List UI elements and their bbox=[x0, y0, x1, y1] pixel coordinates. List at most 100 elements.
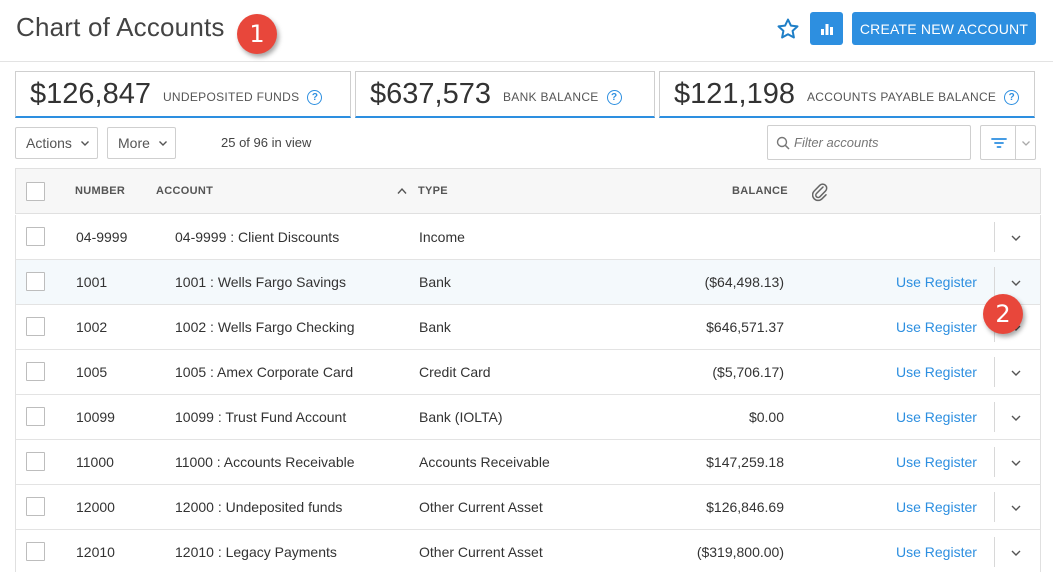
account-name[interactable]: 1001 : Wells Fargo Savings bbox=[175, 274, 346, 290]
use-register-link[interactable]: Use Register bbox=[896, 544, 977, 560]
row-checkbox[interactable] bbox=[26, 362, 45, 381]
row-checkbox[interactable] bbox=[26, 497, 45, 516]
use-register-link[interactable]: Use Register bbox=[896, 319, 977, 335]
chevron-down-icon[interactable] bbox=[1008, 365, 1024, 381]
account-type: Other Current Asset bbox=[419, 499, 543, 515]
chevron-down-icon bbox=[158, 141, 167, 146]
account-name[interactable]: 12000 : Undeposited funds bbox=[175, 499, 342, 515]
use-register-link[interactable]: Use Register bbox=[896, 409, 977, 425]
page-header: Chart of Accounts 1 CREATE NEW ACCOUNT bbox=[0, 0, 1053, 62]
account-balance: ($319,800.00) bbox=[696, 544, 784, 560]
table-row[interactable]: 11000 11000 : Accounts Receivable Accounts… bbox=[15, 440, 1041, 485]
account-name[interactable]: 10099 : Trust Fund Account bbox=[175, 409, 346, 425]
use-register-link[interactable]: Use Register bbox=[896, 274, 977, 290]
row-divider bbox=[994, 267, 995, 297]
account-type: Bank bbox=[419, 274, 451, 290]
use-register-link[interactable]: Use Register bbox=[896, 454, 977, 470]
account-balance: $147,259.18 bbox=[706, 454, 784, 470]
chevron-down-icon[interactable] bbox=[1008, 275, 1024, 291]
create-new-account-button[interactable]: CREATE NEW ACCOUNT bbox=[852, 12, 1036, 45]
account-number: 10099 bbox=[76, 409, 115, 425]
account-name[interactable]: 04-9999 : Client Discounts bbox=[175, 229, 339, 245]
filter-button[interactable] bbox=[980, 125, 1016, 160]
select-all-checkbox[interactable] bbox=[26, 182, 45, 201]
account-type: Bank (IOLTA) bbox=[419, 409, 503, 425]
use-register-link[interactable]: Use Register bbox=[896, 499, 977, 515]
row-checkbox[interactable] bbox=[26, 317, 45, 336]
account-name[interactable]: 1002 : Wells Fargo Checking bbox=[175, 319, 355, 335]
chevron-down-icon[interactable] bbox=[1008, 230, 1024, 246]
table-row[interactable]: 10099 10099 : Trust Fund Account Bank (IOL… bbox=[15, 395, 1041, 440]
filter-icon bbox=[990, 137, 1007, 148]
row-checkbox[interactable] bbox=[26, 272, 45, 291]
row-checkbox[interactable] bbox=[26, 227, 45, 246]
filter-box bbox=[767, 125, 971, 160]
account-number: 12010 bbox=[76, 544, 115, 560]
chevron-down-icon[interactable] bbox=[1008, 455, 1024, 471]
actions-dropdown[interactable]: Actions bbox=[15, 127, 98, 159]
table-row[interactable]: 1002 1002 : Wells Fargo Checking Bank $646,… bbox=[15, 305, 1041, 350]
account-type: Other Current Asset bbox=[419, 544, 543, 560]
chevron-down-icon[interactable] bbox=[1008, 410, 1024, 426]
actions-label: Actions bbox=[26, 135, 72, 151]
stat-label: UNDEPOSITED FUNDS bbox=[162, 90, 300, 104]
stat-label: ACCOUNTS PAYABLE BALANCE bbox=[806, 90, 997, 104]
account-name[interactable]: 11000 : Accounts Receivable bbox=[175, 454, 355, 470]
account-number: 1001 bbox=[76, 274, 108, 290]
chevron-down-icon[interactable] bbox=[1008, 545, 1024, 561]
column-header-type[interactable]: TYPE bbox=[418, 185, 448, 197]
account-number: 12000 bbox=[76, 499, 115, 515]
table-header: NUMBER ACCOUNT TYPE BALANCE bbox=[15, 168, 1041, 214]
account-name[interactable]: 1005 : Amex Corporate Card bbox=[175, 364, 353, 380]
sort-asc-icon[interactable] bbox=[397, 187, 407, 195]
column-header-account[interactable]: ACCOUNT bbox=[156, 185, 213, 197]
row-checkbox[interactable] bbox=[26, 452, 45, 471]
more-label: More bbox=[118, 135, 150, 151]
paperclip-icon bbox=[812, 183, 828, 202]
bar-chart-icon bbox=[820, 23, 833, 35]
stat-card-accounts-payable: $121,198 ACCOUNTS PAYABLE BALANCE ? bbox=[659, 71, 1035, 118]
row-checkbox[interactable] bbox=[26, 407, 45, 426]
account-name[interactable]: 12010 : Legacy Payments bbox=[175, 544, 337, 560]
more-dropdown[interactable]: More bbox=[107, 127, 176, 159]
table-row[interactable]: 1001 1001 : Wells Fargo Savings Bank ($64,4… bbox=[15, 260, 1041, 305]
chevron-down-icon bbox=[1021, 140, 1030, 146]
row-checkbox[interactable] bbox=[26, 542, 45, 561]
help-icon[interactable]: ? bbox=[606, 89, 622, 105]
row-divider bbox=[994, 447, 995, 477]
use-register-link[interactable]: Use Register bbox=[896, 364, 977, 380]
table-row[interactable]: 12000 12000 : Undeposited funds Other Curr… bbox=[15, 485, 1041, 530]
stat-value: $121,198 bbox=[674, 77, 795, 110]
account-type: Credit Card bbox=[419, 364, 491, 380]
column-header-number[interactable]: NUMBER bbox=[75, 185, 125, 197]
account-type: Income bbox=[419, 229, 465, 245]
filter-accounts-input[interactable] bbox=[794, 126, 969, 159]
help-icon[interactable]: ? bbox=[1004, 89, 1020, 105]
stat-value: $126,847 bbox=[30, 77, 151, 110]
stat-value: $637,573 bbox=[370, 77, 491, 110]
annotation-marker-2: 2 bbox=[983, 294, 1023, 334]
table-row[interactable]: 04-9999 04-9999 : Client Discounts Income bbox=[15, 215, 1041, 260]
account-type: Accounts Receivable bbox=[419, 454, 550, 470]
favorite-button[interactable] bbox=[772, 13, 804, 45]
account-balance: ($5,706.17) bbox=[712, 364, 784, 380]
account-balance: $126,846.69 bbox=[706, 499, 784, 515]
account-number: 04-9999 bbox=[76, 229, 128, 245]
account-balance: $0.00 bbox=[748, 409, 784, 425]
account-balance: $646,571.37 bbox=[706, 319, 784, 335]
account-type: Bank bbox=[419, 319, 451, 335]
row-divider bbox=[994, 357, 995, 387]
view-count: 25 of 96 in view bbox=[221, 135, 312, 150]
row-divider bbox=[994, 492, 995, 522]
table-row[interactable]: 12010 12010 : Legacy Payments Other Curren… bbox=[15, 530, 1041, 572]
chevron-down-icon[interactable] bbox=[1008, 500, 1024, 516]
column-header-balance[interactable]: BALANCE bbox=[732, 185, 788, 197]
filter-options-dropdown[interactable] bbox=[1015, 125, 1036, 160]
page-title: Chart of Accounts bbox=[16, 12, 225, 42]
stat-label: BANK BALANCE bbox=[502, 90, 599, 104]
help-icon[interactable]: ? bbox=[307, 89, 323, 105]
account-number: 11000 bbox=[76, 454, 114, 470]
table-row[interactable]: 1005 1005 : Amex Corporate Card Credit Car… bbox=[15, 350, 1041, 395]
reports-button[interactable] bbox=[810, 12, 843, 45]
account-number: 1002 bbox=[76, 319, 108, 335]
